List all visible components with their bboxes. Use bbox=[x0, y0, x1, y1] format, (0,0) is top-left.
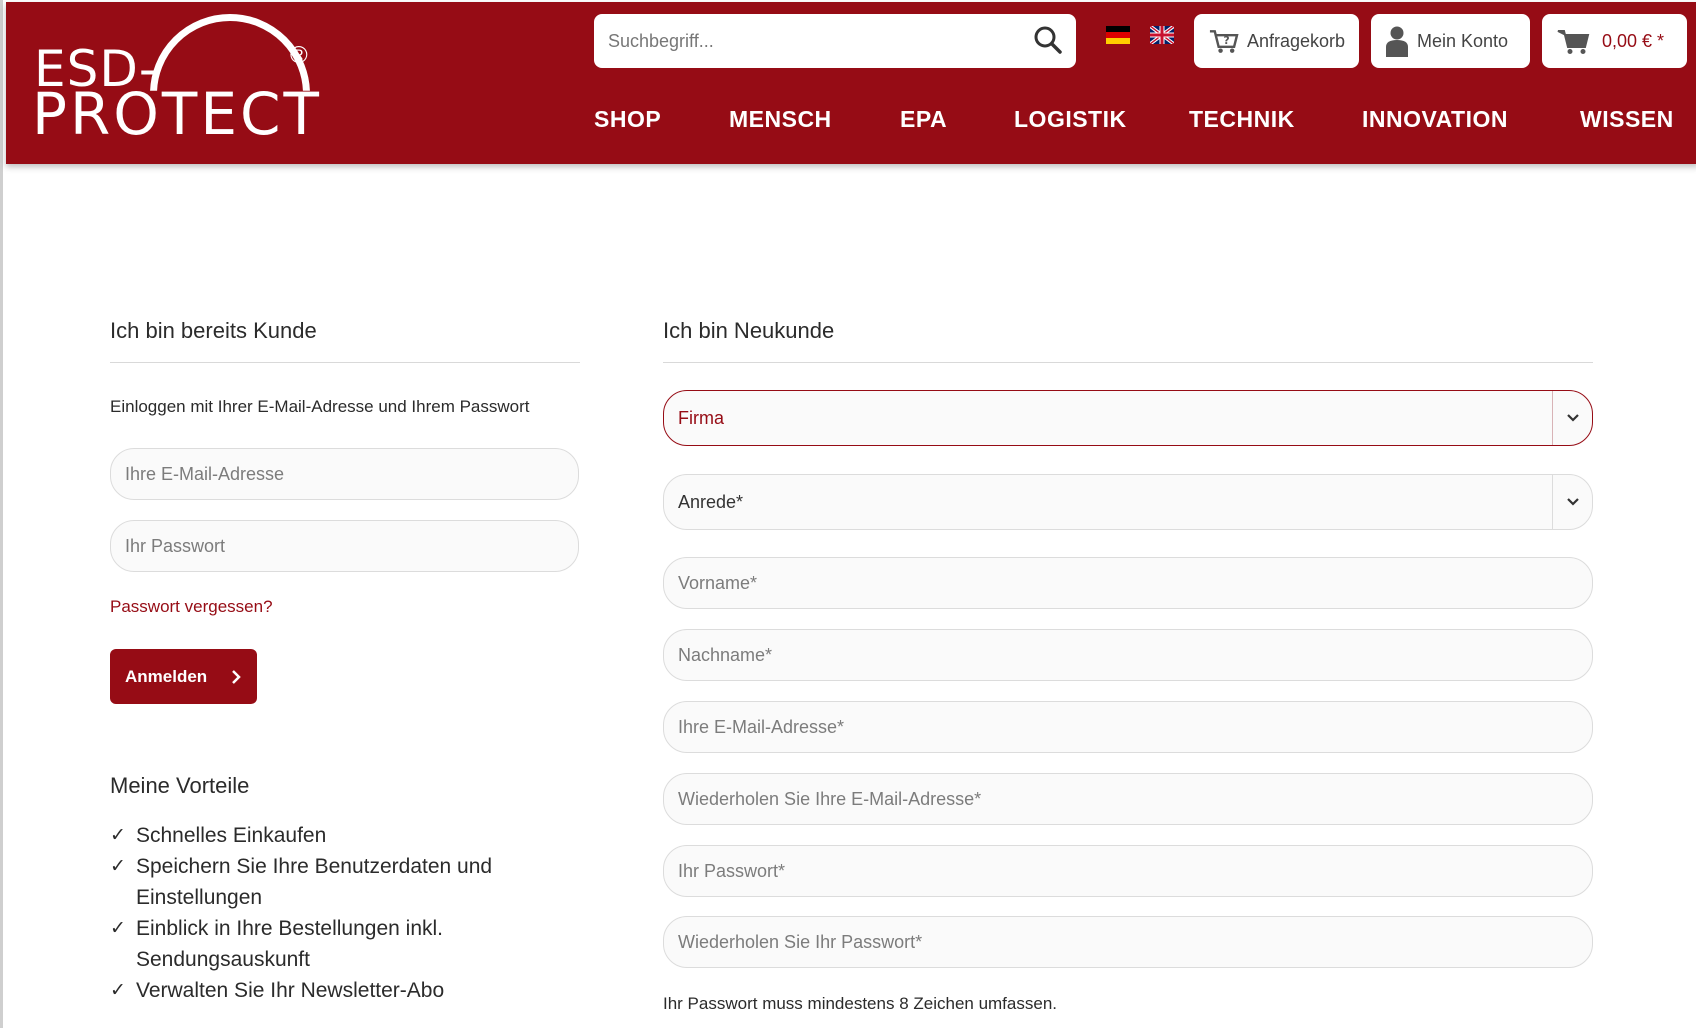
logo-text-line2: PROTECT bbox=[32, 80, 322, 148]
chevron-down-icon bbox=[1552, 475, 1592, 529]
cart-price: 0,00 € * bbox=[1602, 30, 1665, 51]
flag-en-icon[interactable] bbox=[1150, 26, 1174, 44]
firstname-field[interactable] bbox=[663, 557, 1593, 609]
customer-type-value: Firma bbox=[678, 407, 724, 428]
chevron-right-icon bbox=[232, 669, 241, 684]
register-password-repeat-field[interactable] bbox=[663, 916, 1593, 968]
search-box bbox=[594, 14, 1076, 68]
login-email-field[interactable] bbox=[110, 448, 579, 500]
login-submit-button[interactable]: Anmelden bbox=[110, 649, 257, 704]
nav-item-wissen[interactable]: WISSEN bbox=[1580, 106, 1674, 133]
register-email-repeat-field[interactable] bbox=[663, 773, 1593, 825]
nav-item-mensch[interactable]: MENSCH bbox=[729, 106, 832, 133]
login-password-field[interactable] bbox=[110, 520, 579, 572]
user-icon bbox=[1386, 26, 1408, 57]
salutation-value: Anrede* bbox=[678, 491, 744, 512]
page: ESD- PROTECT ® Suchbegriff... ? Anfragek… bbox=[0, 0, 1696, 1028]
nav-item-shop[interactable]: SHOP bbox=[594, 106, 661, 133]
flag-de-icon[interactable] bbox=[1106, 26, 1130, 44]
checkmark-icon: ✓ bbox=[110, 918, 126, 939]
benefit-item: ✓ Einblick in Ihre Bestellungen inkl. Se… bbox=[110, 913, 550, 975]
account-label: Mein Konto bbox=[1417, 30, 1509, 51]
nav-item-innovation[interactable]: INNOVATION bbox=[1362, 106, 1508, 133]
cart-icon bbox=[1557, 30, 1590, 54]
benefit-item: ✓ Verwalten Sie Ihr Newsletter-Abo bbox=[110, 975, 550, 1006]
anfragekorb-button[interactable]: ? Anfragekorb bbox=[1194, 14, 1359, 68]
register-email-field[interactable] bbox=[663, 701, 1593, 753]
logo-registered-mark: ® bbox=[290, 42, 308, 69]
checkmark-icon: ✓ bbox=[110, 825, 126, 846]
benefits-title: Meine Vorteile bbox=[110, 773, 250, 798]
logo[interactable]: ESD- PROTECT ® bbox=[32, 12, 322, 148]
benefit-text: Einblick in Ihre Bestellungen inkl. Send… bbox=[136, 917, 444, 971]
login-title: Ich bin bereits Kunde bbox=[110, 318, 317, 343]
benefits-list: ✓ Schnelles Einkaufen ✓ Speichern Sie Ih… bbox=[110, 820, 550, 1006]
checkmark-icon: ✓ bbox=[110, 856, 126, 877]
register-divider bbox=[663, 362, 1593, 363]
main-nav: SHOP MENSCH EPA LOGISTIK TECHNIK INNOVAT… bbox=[594, 106, 1694, 140]
svg-text:?: ? bbox=[1223, 34, 1229, 47]
forgot-password-link[interactable]: Passwort vergessen? bbox=[110, 597, 273, 617]
chevron-down-icon bbox=[1552, 391, 1592, 445]
benefit-text: Verwalten Sie Ihr Newsletter-Abo bbox=[136, 979, 445, 1002]
benefit-text: Speichern Sie Ihre Benutzerdaten und Ein… bbox=[136, 855, 493, 909]
login-divider bbox=[110, 362, 580, 363]
checkmark-icon: ✓ bbox=[110, 980, 126, 1001]
anfragekorb-label: Anfragekorb bbox=[1246, 30, 1345, 51]
search-icon bbox=[1034, 26, 1062, 54]
password-hint: Ihr Passwort muss mindestens 8 Zeichen u… bbox=[663, 994, 1057, 1013]
site-header: ESD- PROTECT ® Suchbegriff... ? Anfragek… bbox=[6, 2, 1696, 164]
nav-item-logistik[interactable]: LOGISTIK bbox=[1014, 106, 1127, 133]
account-button[interactable]: Mein Konto bbox=[1371, 14, 1530, 68]
request-cart-icon: ? bbox=[1209, 30, 1239, 53]
nav-item-epa[interactable]: EPA bbox=[900, 106, 947, 133]
search-button[interactable] bbox=[1028, 23, 1068, 59]
register-password-field[interactable] bbox=[663, 845, 1593, 897]
benefit-text: Schnelles Einkaufen bbox=[136, 824, 327, 847]
register-title: Ich bin Neukunde bbox=[663, 318, 835, 343]
cart-button[interactable]: 0,00 € * bbox=[1542, 14, 1687, 68]
login-intro: Einloggen mit Ihrer E-Mail-Adresse und I… bbox=[110, 397, 530, 416]
nav-item-technik[interactable]: TECHNIK bbox=[1189, 106, 1295, 133]
lastname-field[interactable] bbox=[663, 629, 1593, 681]
search-input[interactable] bbox=[594, 14, 1014, 68]
salutation-select[interactable]: Anrede* bbox=[663, 474, 1593, 530]
benefit-item: ✓ Schnelles Einkaufen bbox=[110, 820, 550, 851]
login-submit-label: Anmelden bbox=[125, 666, 208, 686]
customer-type-select[interactable]: Firma bbox=[663, 390, 1593, 446]
benefit-item: ✓ Speichern Sie Ihre Benutzerdaten und E… bbox=[110, 851, 550, 913]
